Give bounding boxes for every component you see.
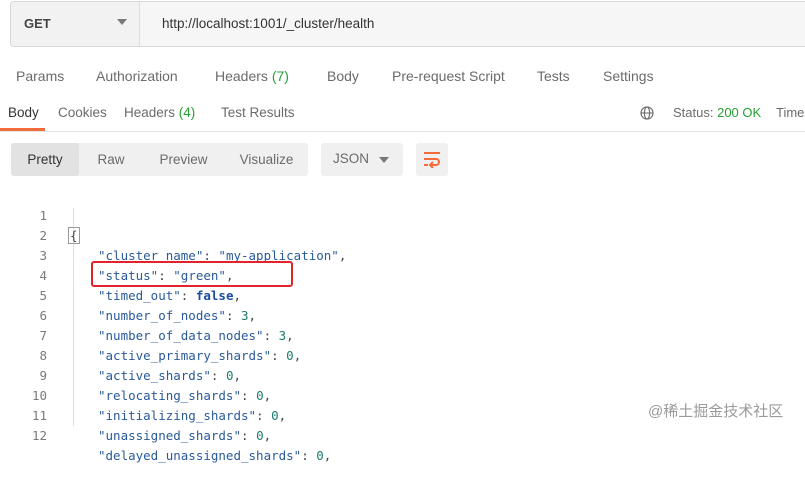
method-label: GET xyxy=(24,16,51,31)
json-value: 0 xyxy=(316,448,324,463)
response-tab-body[interactable]: Body xyxy=(8,105,39,120)
highlight-annotation-box xyxy=(91,261,293,287)
tab-label: Cookies xyxy=(58,105,107,120)
status-label: Status: xyxy=(673,105,714,120)
tab-tests[interactable]: Tests xyxy=(537,68,570,84)
tab-label: Authorization xyxy=(96,68,178,84)
tab-authorization[interactable]: Authorization xyxy=(96,68,178,84)
json-key: "unassigned_shards" xyxy=(98,428,241,443)
status-value: 200 OK xyxy=(717,105,762,120)
headers-count: (4) xyxy=(178,105,196,120)
code-line: 10 "initializing_shards": 0, xyxy=(0,366,805,423)
tab-label: Params xyxy=(16,68,65,84)
code-line: 3 "status": "green", xyxy=(0,226,805,283)
tab-label: Tests xyxy=(537,68,570,84)
headers-count: (7) xyxy=(271,68,289,84)
tab-headers[interactable]: Headers (7) xyxy=(215,68,289,84)
time-indicator[interactable]: Time xyxy=(776,105,804,120)
tab-label: Settings xyxy=(603,68,654,84)
request-tabs: Params Authorization Headers (7) Body Pr… xyxy=(0,60,805,94)
response-body-code[interactable]: 1 { 2 "cluster_name": "my-application", … xyxy=(0,186,805,463)
url-input[interactable]: http://localhost:1001/_cluster/health xyxy=(162,16,374,31)
response-tab-headers[interactable]: Headers (4) xyxy=(124,105,195,120)
view-visualize-button[interactable]: Visualize xyxy=(229,143,304,176)
method-select[interactable]: GET xyxy=(11,2,140,46)
code-line: 8 "active_shards": 0, xyxy=(0,326,805,383)
response-tabs: Body Cookies Headers (4) Test Results St… xyxy=(0,97,805,132)
code-line: 2 "cluster_name": "my-application", xyxy=(0,206,805,263)
code-line: 1 { xyxy=(0,186,805,244)
response-tab-cookies[interactable]: Cookies xyxy=(58,105,107,120)
code-text: "delayed_unassigned_shards": 0, xyxy=(98,448,332,463)
tab-settings[interactable]: Settings xyxy=(603,68,654,84)
code-line: 9 "relocating_shards": 0, xyxy=(0,346,805,403)
tab-label: Body xyxy=(8,105,39,120)
status-indicator[interactable]: Status: 200 OK xyxy=(673,105,761,120)
request-bar: GET http://localhost:1001/_cluster/healt… xyxy=(10,1,805,47)
code-line: 6 "number_of_data_nodes": 3, xyxy=(0,286,805,343)
chevron-down-icon xyxy=(117,19,127,25)
tab-body[interactable]: Body xyxy=(327,68,359,84)
tab-params[interactable]: Params xyxy=(16,68,64,84)
tab-label: Test Results xyxy=(221,105,295,120)
view-pretty-button[interactable]: Pretty xyxy=(11,143,79,176)
view-raw-button[interactable]: Raw xyxy=(81,143,141,176)
wrap-lines-icon xyxy=(424,152,440,168)
response-tab-test-results[interactable]: Test Results xyxy=(221,105,295,120)
format-label: JSON xyxy=(333,151,370,166)
tab-label: Headers xyxy=(124,105,176,120)
view-mode-group: Pretty Raw Preview Visualize xyxy=(11,143,308,176)
line-number: 12 xyxy=(31,428,47,443)
globe-icon[interactable] xyxy=(640,106,654,120)
format-select[interactable]: JSON xyxy=(321,143,403,176)
active-tab-indicator xyxy=(0,128,45,131)
code-text: "unassigned_shards": 0, xyxy=(98,428,272,443)
code-line: 7 "active_primary_shards": 0, xyxy=(0,306,805,363)
watermark: @稀土掘金技术社区 xyxy=(648,403,784,420)
chevron-down-icon xyxy=(379,157,389,163)
view-preview-button[interactable]: Preview xyxy=(146,143,221,176)
tab-label: Body xyxy=(327,68,359,84)
wrap-lines-button[interactable] xyxy=(416,143,448,176)
tab-pre-request-script[interactable]: Pre-request Script xyxy=(392,68,505,84)
tab-label: Pre-request Script xyxy=(392,68,505,84)
tab-label: Headers xyxy=(215,68,268,84)
json-key: "delayed_unassigned_shards" xyxy=(98,448,302,463)
json-value: 0 xyxy=(256,428,264,443)
